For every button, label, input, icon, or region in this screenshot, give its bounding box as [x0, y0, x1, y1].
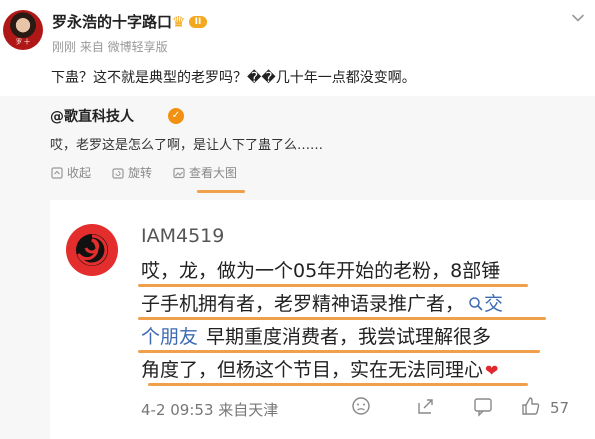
highlight-mark-2	[138, 317, 546, 320]
rotate-label: 旋转	[128, 166, 153, 180]
comment-line-2: 子手机拥有者，老罗精神语录推广者， 交	[141, 292, 503, 316]
embedded-username: IAM4519	[141, 225, 225, 247]
post-content: 下蛊？这不就是典型的老罗吗？��几十年一点都没变啊。	[51, 70, 416, 86]
avatar[interactable]: 罗 十	[3, 10, 43, 50]
chevron-down-icon[interactable]	[570, 10, 586, 26]
search-icon	[469, 297, 483, 311]
highlight-mark-3	[138, 350, 540, 353]
comment-line-1: 哎，龙，做为一个05年开始的老粉，8部锤	[141, 260, 501, 282]
rotate-button[interactable]: 旋转	[111, 164, 152, 181]
search-link-start[interactable]: 交	[464, 293, 503, 315]
like-icon[interactable]	[520, 395, 542, 417]
crown-icon: ♛	[172, 13, 186, 31]
highlight-mark-1	[138, 284, 528, 287]
comment-line-4: 角度了，但杨这个节目，实在无法同理心 ❤	[141, 358, 498, 383]
rotate-icon	[112, 167, 124, 179]
highlight-mark-4	[148, 383, 528, 386]
author-name[interactable]: 罗永浩的十字路口	[52, 11, 172, 32]
view-large-underline	[197, 190, 245, 193]
comment-line-3-text: 早期重度消费者，我尝试理解很多	[206, 326, 492, 348]
share-icon[interactable]	[415, 395, 437, 417]
post-header: 罗 十 罗永浩的十字路口 ♛ II 刚刚 来自 微博轻享版	[0, 0, 595, 60]
repost-author[interactable]: @歌直科技人	[50, 106, 134, 126]
comment-line-2-text: 子手机拥有者，老罗精神语录推广者，	[141, 293, 465, 315]
search-link-end[interactable]: 个朋友	[141, 326, 198, 348]
heart-icon: ❤	[485, 361, 499, 380]
verified-icon: ✓	[168, 108, 184, 124]
image-icon	[173, 167, 185, 178]
embedded-avatar	[66, 224, 118, 276]
collapse-icon	[51, 166, 63, 179]
swirl-icon	[76, 234, 108, 266]
level-badge: II	[189, 16, 207, 28]
vip-badge[interactable]: ♛ II	[172, 14, 208, 30]
comment-footer: 4-2 09:53 来自天津	[141, 401, 279, 419]
collapse-button[interactable]: 收起	[50, 164, 91, 181]
repost-card: @歌直科技人 ✓ 哎，老罗这是怎么了啊，是让人下了蛊了么…… 收起 旋转 查看大…	[0, 96, 595, 439]
like-count: 57	[550, 399, 570, 417]
view-large-label: 查看大图	[189, 166, 238, 180]
comment-icon[interactable]	[472, 395, 494, 417]
comment-line-3: 个朋友 早期重度消费者，我尝试理解很多	[141, 325, 491, 349]
emoji-icon[interactable]	[350, 395, 372, 417]
search-link-text: 交	[484, 293, 504, 315]
post-meta: 刚刚 来自 微博轻享版	[52, 40, 168, 54]
repost-text: 哎，老罗这是怎么了啊，是让人下了蛊了么……	[50, 138, 324, 153]
collapse-label: 收起	[67, 166, 92, 180]
embedded-screenshot[interactable]: IAM4519 哎，龙，做为一个05年开始的老粉，8部锤 子手机拥有者，老罗精神…	[50, 200, 595, 439]
comment-line-4-text: 角度了，但杨这个节目，实在无法同理心	[141, 359, 484, 381]
view-large-button[interactable]: 查看大图	[172, 164, 237, 181]
